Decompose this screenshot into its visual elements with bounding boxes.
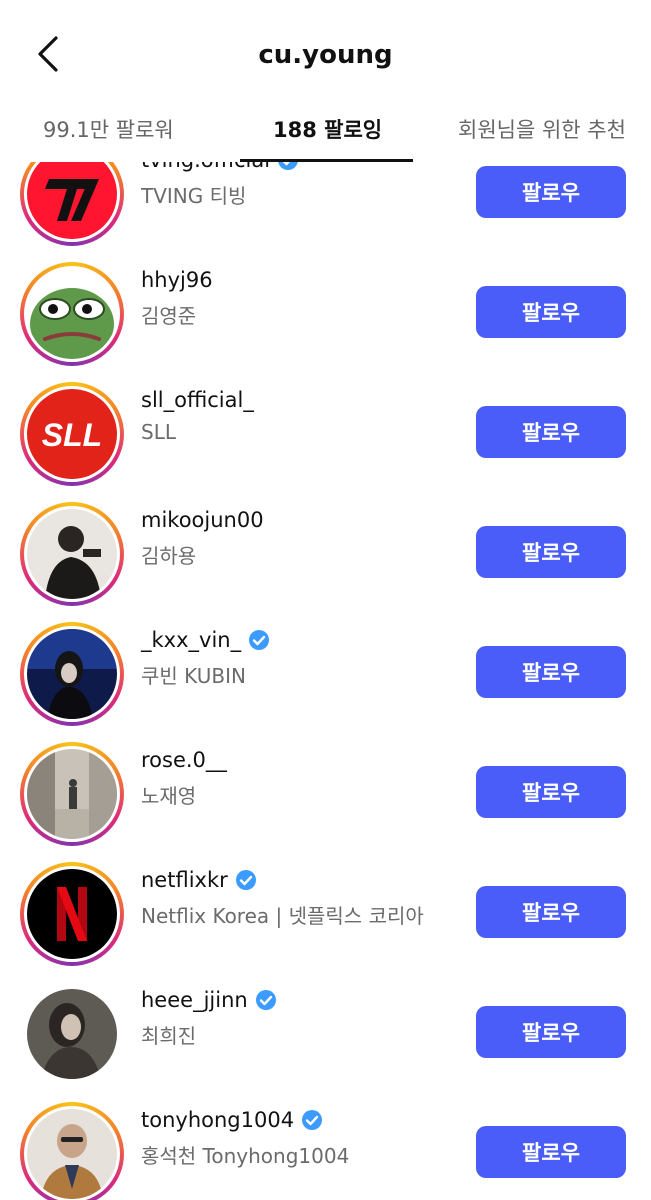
- verified-badge-icon: [249, 630, 270, 650]
- username[interactable]: tving.official: [141, 162, 270, 172]
- pepe-frog-icon: [27, 269, 117, 359]
- list-item[interactable]: rose.0__ 노재영 팔로우: [0, 734, 651, 854]
- verified-badge-icon: [278, 162, 298, 170]
- avatar[interactable]: [27, 629, 117, 719]
- page-title: cu.young: [258, 40, 393, 70]
- person-photo: [27, 509, 117, 599]
- follow-button[interactable]: 팔로우: [476, 526, 626, 578]
- username[interactable]: mikoojun00: [141, 508, 264, 532]
- full-name: 홍석천 Tonyhong1004: [141, 1144, 350, 1168]
- svg-text:SLL: SLL: [42, 417, 102, 453]
- username[interactable]: sll_official_: [141, 388, 254, 412]
- username[interactable]: hhyj96: [141, 268, 213, 292]
- person-photo: [27, 989, 117, 1079]
- person-photo-dark: [27, 629, 117, 719]
- tab-following[interactable]: 188 팔로잉: [273, 114, 382, 144]
- list-item[interactable]: tonyhong1004 홍석천 Tonyhong1004 팔로우: [0, 1094, 651, 1200]
- sll-logo: SLL: [27, 389, 117, 479]
- username[interactable]: rose.0__: [141, 748, 227, 772]
- tab-followers[interactable]: 99.1만 팔로워: [43, 114, 174, 144]
- avatar[interactable]: [27, 869, 117, 959]
- tab-bar: 99.1만 팔로워 188 팔로잉 회원님을 위한 추천: [0, 100, 651, 162]
- follow-button[interactable]: 팔로우: [476, 406, 626, 458]
- avatar[interactable]: [27, 1109, 117, 1199]
- avatar[interactable]: [27, 269, 117, 359]
- list-item[interactable]: hhyj96 김영준 팔로우: [0, 254, 651, 374]
- story-ring: SLL: [20, 382, 124, 486]
- verified-badge-icon: [302, 1110, 323, 1130]
- list-item[interactable]: heee_jjinn 최희진 팔로우: [0, 974, 651, 1094]
- full-name: Netflix Korea | 넷플릭스 코리아: [141, 904, 424, 928]
- list-item[interactable]: tving.official TVING 티빙 팔로우: [0, 162, 651, 254]
- netflix-logo: [27, 869, 117, 959]
- full-name: 김영준: [141, 304, 197, 328]
- tving-logo: [27, 162, 117, 239]
- story-ring: [20, 502, 124, 606]
- follow-button[interactable]: 팔로우: [476, 286, 626, 338]
- street-photo: [27, 749, 117, 839]
- list-item[interactable]: _kxx_vin_ 쿠빈 KUBIN 팔로우: [0, 614, 651, 734]
- full-name: 김하용: [141, 544, 197, 568]
- avatar-frame: [20, 982, 124, 1086]
- username[interactable]: _kxx_vin_: [141, 628, 241, 652]
- following-list[interactable]: tving.official TVING 티빙 팔로우 hhyj96 김영준 팔…: [0, 162, 651, 1200]
- follow-button[interactable]: 팔로우: [476, 646, 626, 698]
- full-name: SLL: [141, 420, 176, 444]
- tab-suggested[interactable]: 회원님을 위한 추천: [458, 114, 626, 144]
- full-name: 쿠빈 KUBIN: [141, 664, 246, 688]
- story-ring: [20, 1102, 124, 1200]
- list-item[interactable]: SLL sll_official_ SLL 팔로우: [0, 374, 651, 494]
- avatar[interactable]: [27, 989, 117, 1079]
- full-name: 노재영: [141, 784, 197, 808]
- username[interactable]: heee_jjinn: [141, 988, 248, 1012]
- full-name: TVING 티빙: [141, 184, 247, 208]
- story-ring: [20, 742, 124, 846]
- verified-badge-icon: [255, 990, 276, 1010]
- username[interactable]: tonyhong1004: [141, 1108, 294, 1132]
- follow-button[interactable]: 팔로우: [476, 766, 626, 818]
- verified-badge-icon: [235, 870, 256, 890]
- person-photo-bald: [27, 1109, 117, 1199]
- follow-button[interactable]: 팔로우: [476, 886, 626, 938]
- full-name: 최희진: [141, 1024, 197, 1048]
- story-ring: [20, 262, 124, 366]
- follow-button[interactable]: 팔로우: [476, 166, 626, 218]
- avatar[interactable]: [27, 509, 117, 599]
- story-ring: [20, 162, 124, 246]
- avatar[interactable]: SLL: [27, 389, 117, 479]
- list-item[interactable]: netflixkr Netflix Korea | 넷플릭스 코리아 팔로우: [0, 854, 651, 974]
- username[interactable]: netflixkr: [141, 868, 228, 892]
- story-ring: [20, 862, 124, 966]
- list-item[interactable]: mikoojun00 김하용 팔로우: [0, 494, 651, 614]
- story-ring: [20, 622, 124, 726]
- avatar[interactable]: [27, 749, 117, 839]
- follow-button[interactable]: 팔로우: [476, 1126, 626, 1178]
- header: cu.young: [0, 0, 651, 110]
- follow-button[interactable]: 팔로우: [476, 1006, 626, 1058]
- avatar[interactable]: [27, 162, 117, 239]
